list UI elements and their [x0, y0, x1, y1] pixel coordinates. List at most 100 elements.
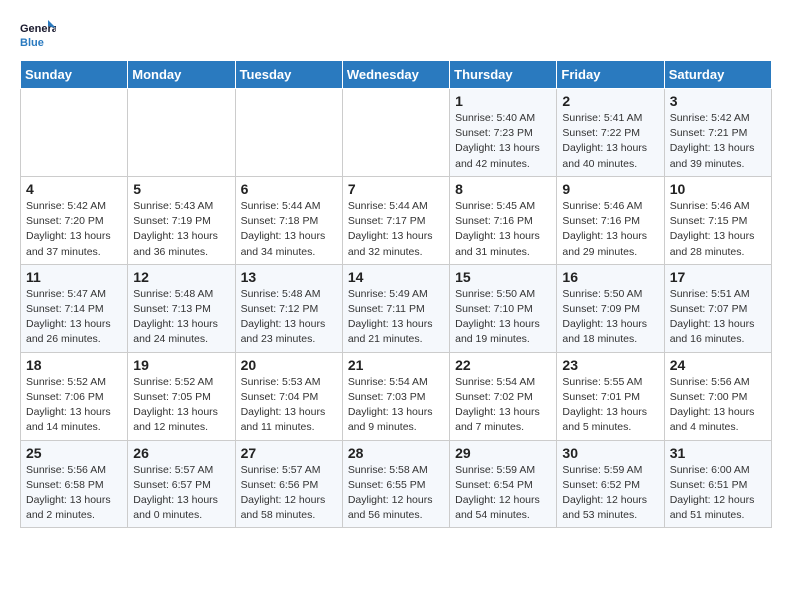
calendar-cell: 28 Sunrise: 5:58 AM Sunset: 6:55 PM Dayli…: [342, 440, 449, 528]
day-number: 31: [670, 445, 766, 461]
calendar-cell: 18 Sunrise: 5:52 AM Sunset: 7:06 PM Dayli…: [21, 352, 128, 440]
day-detail: Sunrise: 5:46 AM Sunset: 7:15 PM Dayligh…: [670, 199, 766, 260]
day-detail: Sunrise: 5:57 AM Sunset: 6:57 PM Dayligh…: [133, 463, 229, 524]
day-detail: Sunrise: 5:44 AM Sunset: 7:18 PM Dayligh…: [241, 199, 337, 260]
day-detail: Sunrise: 6:00 AM Sunset: 6:51 PM Dayligh…: [670, 463, 766, 524]
day-number: 19: [133, 357, 229, 373]
calendar-cell: 12 Sunrise: 5:48 AM Sunset: 7:13 PM Dayli…: [128, 264, 235, 352]
calendar-cell: 25 Sunrise: 5:56 AM Sunset: 6:58 PM Dayli…: [21, 440, 128, 528]
day-detail: Sunrise: 5:50 AM Sunset: 7:09 PM Dayligh…: [562, 287, 658, 348]
calendar-cell: 20 Sunrise: 5:53 AM Sunset: 7:04 PM Dayli…: [235, 352, 342, 440]
calendar-cell: 22 Sunrise: 5:54 AM Sunset: 7:02 PM Dayli…: [450, 352, 557, 440]
weekday-header-wednesday: Wednesday: [342, 61, 449, 89]
day-number: 24: [670, 357, 766, 373]
day-detail: Sunrise: 5:57 AM Sunset: 6:56 PM Dayligh…: [241, 463, 337, 524]
day-detail: Sunrise: 5:45 AM Sunset: 7:16 PM Dayligh…: [455, 199, 551, 260]
week-row-5: 25 Sunrise: 5:56 AM Sunset: 6:58 PM Dayli…: [21, 440, 772, 528]
day-detail: Sunrise: 5:52 AM Sunset: 7:05 PM Dayligh…: [133, 375, 229, 436]
calendar-cell: 8Sunrise: 5:45 AM Sunset: 7:16 PM Daylig…: [450, 176, 557, 264]
week-row-2: 4Sunrise: 5:42 AM Sunset: 7:20 PM Daylig…: [21, 176, 772, 264]
calendar-cell: 29Sunrise: 5:59 AM Sunset: 6:54 PM Dayli…: [450, 440, 557, 528]
calendar-cell: 2 Sunrise: 5:41 AM Sunset: 7:22 PM Daylig…: [557, 89, 664, 177]
weekday-header-saturday: Saturday: [664, 61, 771, 89]
day-detail: Sunrise: 5:54 AM Sunset: 7:03 PM Dayligh…: [348, 375, 444, 436]
day-detail: Sunrise: 5:48 AM Sunset: 7:12 PM Dayligh…: [241, 287, 337, 348]
calendar-cell: 21Sunrise: 5:54 AM Sunset: 7:03 PM Dayli…: [342, 352, 449, 440]
day-detail: Sunrise: 5:50 AM Sunset: 7:10 PM Dayligh…: [455, 287, 551, 348]
day-detail: Sunrise: 5:59 AM Sunset: 6:52 PM Dayligh…: [562, 463, 658, 524]
weekday-header-friday: Friday: [557, 61, 664, 89]
day-detail: Sunrise: 5:56 AM Sunset: 7:00 PM Dayligh…: [670, 375, 766, 436]
week-row-3: 11 Sunrise: 5:47 AM Sunset: 7:14 PM Dayli…: [21, 264, 772, 352]
day-number: 5: [133, 181, 229, 197]
day-number: 9: [562, 181, 658, 197]
day-number: 2: [562, 93, 658, 109]
calendar-cell: [342, 89, 449, 177]
calendar-cell: 26 Sunrise: 5:57 AM Sunset: 6:57 PM Dayli…: [128, 440, 235, 528]
day-detail: Sunrise: 5:46 AM Sunset: 7:16 PM Dayligh…: [562, 199, 658, 260]
day-number: 3: [670, 93, 766, 109]
day-detail: Sunrise: 5:58 AM Sunset: 6:55 PM Dayligh…: [348, 463, 444, 524]
calendar-cell: 13Sunrise: 5:48 AM Sunset: 7:12 PM Dayli…: [235, 264, 342, 352]
calendar-cell: 17 Sunrise: 5:51 AM Sunset: 7:07 PM Dayli…: [664, 264, 771, 352]
day-number: 22: [455, 357, 551, 373]
day-detail: Sunrise: 5:43 AM Sunset: 7:19 PM Dayligh…: [133, 199, 229, 260]
day-number: 28: [348, 445, 444, 461]
calendar-cell: 5 Sunrise: 5:43 AM Sunset: 7:19 PM Daylig…: [128, 176, 235, 264]
calendar-cell: 24 Sunrise: 5:56 AM Sunset: 7:00 PM Dayli…: [664, 352, 771, 440]
day-detail: Sunrise: 5:44 AM Sunset: 7:17 PM Dayligh…: [348, 199, 444, 260]
day-detail: Sunrise: 5:41 AM Sunset: 7:22 PM Dayligh…: [562, 111, 658, 172]
day-number: 27: [241, 445, 337, 461]
page-header: General Blue: [20, 16, 772, 52]
logo-svg: General Blue: [20, 16, 56, 52]
calendar-table: SundayMondayTuesdayWednesdayThursdayFrid…: [20, 60, 772, 528]
logo: General Blue: [20, 16, 56, 52]
weekday-header-sunday: Sunday: [21, 61, 128, 89]
day-detail: Sunrise: 5:48 AM Sunset: 7:13 PM Dayligh…: [133, 287, 229, 348]
day-number: 16: [562, 269, 658, 285]
calendar-cell: 31 Sunrise: 6:00 AM Sunset: 6:51 PM Dayli…: [664, 440, 771, 528]
day-number: 17: [670, 269, 766, 285]
day-detail: Sunrise: 5:47 AM Sunset: 7:14 PM Dayligh…: [26, 287, 122, 348]
day-number: 12: [133, 269, 229, 285]
calendar-cell: 11 Sunrise: 5:47 AM Sunset: 7:14 PM Dayli…: [21, 264, 128, 352]
day-number: 20: [241, 357, 337, 373]
svg-text:Blue: Blue: [20, 37, 44, 49]
day-number: 30: [562, 445, 658, 461]
day-detail: Sunrise: 5:53 AM Sunset: 7:04 PM Dayligh…: [241, 375, 337, 436]
day-number: 10: [670, 181, 766, 197]
calendar-cell: 16 Sunrise: 5:50 AM Sunset: 7:09 PM Dayli…: [557, 264, 664, 352]
week-row-4: 18 Sunrise: 5:52 AM Sunset: 7:06 PM Dayli…: [21, 352, 772, 440]
week-row-1: 1Sunrise: 5:40 AM Sunset: 7:23 PM Daylig…: [21, 89, 772, 177]
day-number: 18: [26, 357, 122, 373]
calendar-cell: [235, 89, 342, 177]
calendar-cell: 30 Sunrise: 5:59 AM Sunset: 6:52 PM Dayli…: [557, 440, 664, 528]
calendar-cell: [21, 89, 128, 177]
day-detail: Sunrise: 5:54 AM Sunset: 7:02 PM Dayligh…: [455, 375, 551, 436]
day-detail: Sunrise: 5:42 AM Sunset: 7:21 PM Dayligh…: [670, 111, 766, 172]
day-number: 25: [26, 445, 122, 461]
day-number: 15: [455, 269, 551, 285]
calendar-cell: 6Sunrise: 5:44 AM Sunset: 7:18 PM Daylig…: [235, 176, 342, 264]
calendar-cell: 7 Sunrise: 5:44 AM Sunset: 7:17 PM Daylig…: [342, 176, 449, 264]
weekday-header-row: SundayMondayTuesdayWednesdayThursdayFrid…: [21, 61, 772, 89]
day-detail: Sunrise: 5:56 AM Sunset: 6:58 PM Dayligh…: [26, 463, 122, 524]
calendar-cell: 1Sunrise: 5:40 AM Sunset: 7:23 PM Daylig…: [450, 89, 557, 177]
calendar-cell: 23Sunrise: 5:55 AM Sunset: 7:01 PM Dayli…: [557, 352, 664, 440]
weekday-header-thursday: Thursday: [450, 61, 557, 89]
calendar-cell: 3 Sunrise: 5:42 AM Sunset: 7:21 PM Daylig…: [664, 89, 771, 177]
calendar-cell: 9 Sunrise: 5:46 AM Sunset: 7:16 PM Daylig…: [557, 176, 664, 264]
day-number: 1: [455, 93, 551, 109]
day-number: 26: [133, 445, 229, 461]
day-number: 14: [348, 269, 444, 285]
day-number: 11: [26, 269, 122, 285]
weekday-header-tuesday: Tuesday: [235, 61, 342, 89]
day-detail: Sunrise: 5:51 AM Sunset: 7:07 PM Dayligh…: [670, 287, 766, 348]
calendar-cell: 14Sunrise: 5:49 AM Sunset: 7:11 PM Dayli…: [342, 264, 449, 352]
calendar-cell: 27 Sunrise: 5:57 AM Sunset: 6:56 PM Dayli…: [235, 440, 342, 528]
calendar-cell: 4Sunrise: 5:42 AM Sunset: 7:20 PM Daylig…: [21, 176, 128, 264]
day-number: 7: [348, 181, 444, 197]
day-detail: Sunrise: 5:52 AM Sunset: 7:06 PM Dayligh…: [26, 375, 122, 436]
calendar-cell: 19 Sunrise: 5:52 AM Sunset: 7:05 PM Dayli…: [128, 352, 235, 440]
calendar-cell: 15 Sunrise: 5:50 AM Sunset: 7:10 PM Dayli…: [450, 264, 557, 352]
